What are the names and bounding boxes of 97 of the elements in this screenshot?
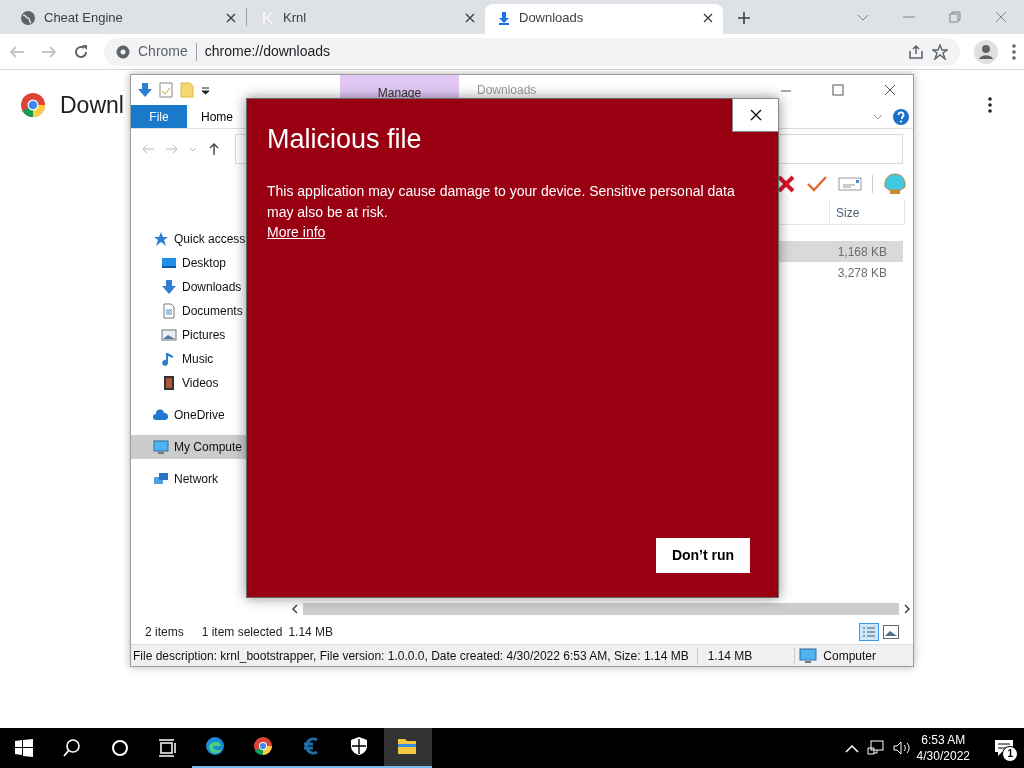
nav-label: Documents xyxy=(182,303,243,320)
warning-message: This application may cause damage to your device. Sensitive personal data may also be at risk. xyxy=(267,182,736,222)
close-icon[interactable] xyxy=(883,83,897,97)
dropdown-icon[interactable] xyxy=(201,85,210,95)
nav-label: Music xyxy=(182,351,214,368)
nav-item[interactable]: My Compute xyxy=(131,435,247,459)
menu-icon[interactable] xyxy=(1012,43,1016,60)
nav-label: Network xyxy=(174,471,218,488)
download-icon xyxy=(161,279,177,295)
site-label: Chrome xyxy=(138,42,188,61)
large-icons-view-icon[interactable] xyxy=(883,625,899,639)
browser-tab[interactable]: Krnl xyxy=(247,4,485,34)
page-heading: Downl xyxy=(60,91,124,120)
dialog-title: Malicious file xyxy=(267,123,422,156)
window-title: Downloads xyxy=(477,82,538,99)
notification-badge: 1 xyxy=(1002,746,1018,762)
desktop-icon xyxy=(161,255,177,271)
close-icon[interactable] xyxy=(703,13,713,23)
nav-item[interactable]: Documents xyxy=(131,299,247,323)
nav-item[interactable]: Downloads xyxy=(131,275,247,299)
url-text: chrome://downloads xyxy=(204,42,331,61)
download-icon xyxy=(497,11,511,25)
column-header[interactable]: Size xyxy=(829,199,905,224)
item-count: 2 items xyxy=(145,624,184,641)
selection-info: 1 item selected xyxy=(201,624,283,641)
cortana-icon[interactable] xyxy=(110,738,130,758)
chrome-logo-icon xyxy=(20,92,46,119)
file-row[interactable]: 3,278 KB xyxy=(777,262,903,283)
nav-label: Desktop xyxy=(182,255,227,272)
globe-icon xyxy=(20,10,36,26)
ribbon-tab[interactable]: File xyxy=(131,105,187,128)
selection-size: 1.14 MB xyxy=(288,624,334,641)
close-button[interactable] xyxy=(732,98,779,132)
nav-item[interactable]: Quick access xyxy=(131,227,247,251)
envelope-icon[interactable] xyxy=(838,176,862,192)
close-icon[interactable] xyxy=(226,13,236,23)
search-icon[interactable] xyxy=(62,738,82,758)
nav-item[interactable]: Videos xyxy=(131,371,247,395)
delete-icon[interactable] xyxy=(776,174,796,194)
taskbar-button[interactable] xyxy=(384,728,432,768)
menu-icon[interactable] xyxy=(988,97,992,114)
computer-icon xyxy=(153,439,169,455)
nav-item[interactable]: Music xyxy=(131,347,247,371)
file-size: 1.14 MB xyxy=(706,647,754,665)
clock-time[interactable]: 6:53 AM xyxy=(916,731,970,748)
scroll-right-icon[interactable] xyxy=(903,604,911,614)
scrollbar-thumb[interactable] xyxy=(303,603,899,615)
dont-run-button[interactable]: Don’t run xyxy=(656,538,750,573)
start-icon[interactable] xyxy=(14,738,34,758)
notification-button[interactable]: 1 xyxy=(984,728,1024,768)
network-icon xyxy=(153,471,169,487)
document-icon xyxy=(161,303,177,319)
ribbon-tab[interactable]: Home xyxy=(187,105,247,128)
download-icon[interactable] xyxy=(137,82,153,98)
more-info-link[interactable]: More info xyxy=(267,222,326,243)
up-icon[interactable] xyxy=(207,142,221,156)
shell-icon[interactable] xyxy=(883,173,907,195)
show-hidden-icons-icon[interactable] xyxy=(844,743,859,753)
new-tab-icon[interactable] xyxy=(737,11,751,25)
close-icon[interactable] xyxy=(465,13,475,23)
nav-item[interactable]: Pictures xyxy=(131,323,247,347)
security-zone: Computer xyxy=(822,647,878,665)
nav-label: Downloads xyxy=(182,279,242,296)
reload-icon[interactable] xyxy=(72,42,90,61)
share-icon[interactable] xyxy=(908,43,924,60)
nav-item[interactable]: OneDrive xyxy=(131,403,247,427)
nav-label: Pictures xyxy=(182,327,226,344)
browser-tab[interactable]: Downloads xyxy=(485,4,723,34)
file-details: File description: krnl_bootstrapper, File version: 1.0.0.0, Date created: 4/30/2022 6:53 AM, Size: 1.14 MB xyxy=(132,647,690,665)
nav-label: OneDrive xyxy=(174,407,225,424)
nav-label: Quick access xyxy=(174,231,246,248)
network-icon[interactable] xyxy=(866,740,885,756)
star-icon[interactable] xyxy=(932,43,948,60)
address-bar[interactable]: Chrome chrome://downloads xyxy=(104,37,960,66)
nav-label: My Compute xyxy=(174,439,243,456)
star-icon xyxy=(153,231,169,247)
close-icon xyxy=(749,109,762,121)
task-view-icon[interactable] xyxy=(158,738,178,758)
edge-icon[interactable] xyxy=(205,736,227,758)
scroll-left-icon[interactable] xyxy=(291,604,299,614)
volume-icon[interactable] xyxy=(892,740,911,756)
browser-tab[interactable]: Cheat Engine xyxy=(8,4,246,34)
help-icon[interactable] xyxy=(893,108,909,125)
nav-label: Videos xyxy=(182,375,219,392)
file-row[interactable]: 1,168 KB xyxy=(777,241,903,262)
checkmark-icon[interactable] xyxy=(806,174,828,194)
picture-icon xyxy=(161,327,177,343)
k-logo-icon xyxy=(259,10,275,26)
clock-date[interactable]: 4/30/2022 xyxy=(916,748,970,765)
nav-item[interactable]: Network xyxy=(131,467,247,491)
chrome-icon xyxy=(116,44,130,59)
profile-icon[interactable] xyxy=(974,39,998,64)
computer-icon xyxy=(799,647,818,664)
nav-item[interactable]: Desktop xyxy=(131,251,247,275)
film-icon xyxy=(161,375,177,391)
cloud-icon xyxy=(153,407,169,423)
chrome-icon[interactable] xyxy=(253,736,275,758)
